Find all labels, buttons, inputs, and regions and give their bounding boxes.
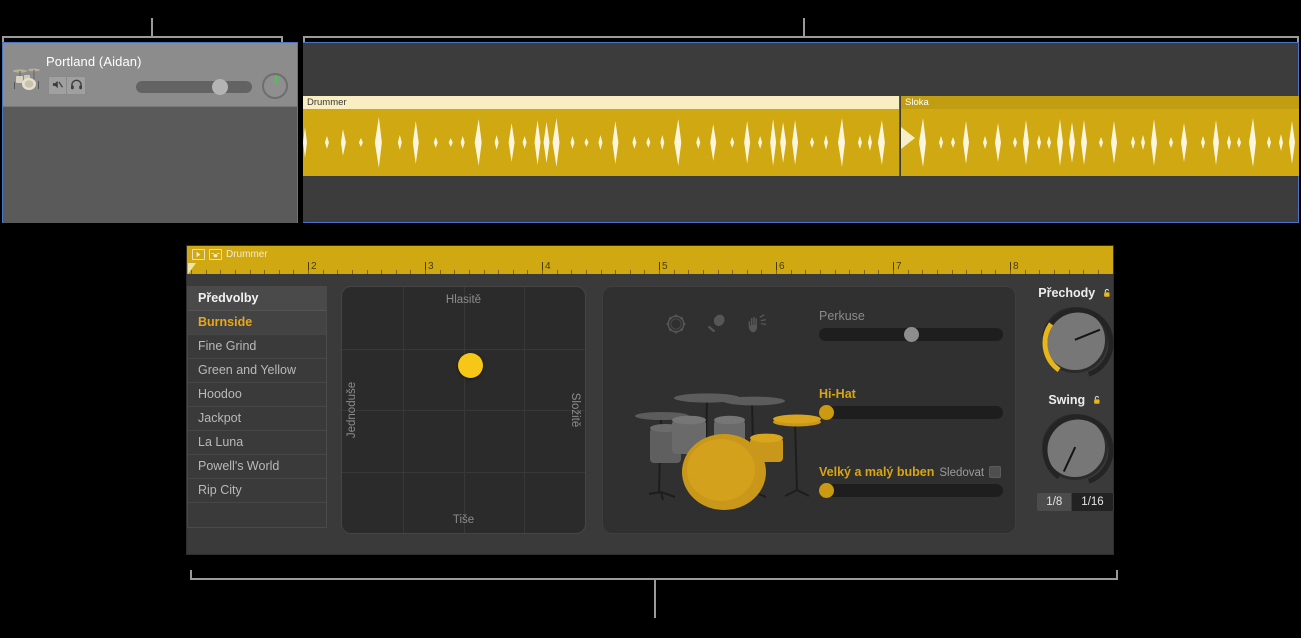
slider-thumb[interactable] [819, 483, 834, 498]
drum-kit-icon [12, 65, 42, 91]
ruler-playhead[interactable] [188, 263, 196, 274]
ruler-title-group: Drummer [192, 249, 268, 260]
slider-percussion: Perkuse [819, 309, 1003, 342]
percussion-icon-group [665, 313, 767, 340]
kick-snare-slider[interactable] [819, 483, 1003, 498]
knob-label-text: Přechody [1038, 286, 1096, 300]
swing-grid-toggle: 1/8 1/16 [1027, 492, 1123, 512]
xy-pad-puck[interactable] [458, 353, 484, 379]
track-name-label: Portland (Aidan) [46, 54, 142, 69]
preset-item-powells-world[interactable]: Powell's World [188, 455, 326, 479]
knob-label-text: Swing [1048, 393, 1086, 407]
preset-list-header: Předvolby [188, 287, 326, 311]
knob-column: Přechody Swing 1/8 1/16 [1027, 286, 1123, 512]
preset-item-rip-city[interactable]: Rip City [188, 479, 326, 503]
track-header-controls: Portland (Aidan) [3, 43, 297, 107]
hihat-slider[interactable] [819, 405, 1003, 420]
region-name-label: Drummer [303, 96, 899, 109]
mute-speaker-icon [51, 77, 64, 95]
slider-hihat: Hi-Hat [819, 387, 1003, 420]
waveform [919, 118, 1295, 167]
xy-label-complex: Složitě [569, 392, 581, 428]
xy-pad[interactable]: Hlasitě Tiše Jednoduše Složitě [341, 286, 586, 534]
ruler-bar-number: 7 [893, 261, 902, 273]
preset-item-fine-grind[interactable]: Fine Grind [188, 335, 326, 359]
drummer-editor: Drummer 2 3 4 5 6 7 8 Předvolby Burnside Fine … [186, 245, 1114, 555]
ruler-bar-number: 4 [542, 261, 551, 273]
preset-item-la-luna[interactable]: La Luna [188, 431, 326, 455]
ruler-bar-number: 6 [776, 261, 785, 273]
headphones-icon [70, 77, 83, 95]
follow-checkbox[interactable] [989, 466, 1002, 478]
swing-option-eighth[interactable]: 1/8 [1036, 492, 1073, 512]
track-area: Portland (Aidan) Drummer Sloka [0, 40, 1301, 225]
region-name-label: Sloka [901, 96, 1299, 109]
editor-body: Předvolby Burnside Fine Grind Green and … [187, 274, 1114, 555]
slider-thumb[interactable] [904, 327, 919, 342]
clap-hand-icon[interactable] [745, 313, 767, 340]
xy-grid-line [342, 471, 585, 473]
drum-kit-illustration[interactable] [621, 342, 841, 522]
unlocked-padlock-icon[interactable] [1092, 394, 1102, 408]
pan-knob-indicator [275, 76, 277, 84]
shaker-icon[interactable] [705, 313, 727, 340]
editor-ruler[interactable]: Drummer 2 3 4 5 6 7 8 [187, 246, 1113, 274]
xy-grid-line [342, 410, 585, 411]
solo-button[interactable] [67, 76, 86, 95]
mute-button[interactable] [48, 76, 67, 95]
ruler-bar-number: 2 [308, 261, 317, 273]
slider-label: Velký a malý buben [819, 465, 935, 479]
region-drummer[interactable]: Drummer [303, 96, 900, 176]
fills-knob[interactable] [1042, 307, 1114, 379]
slider-label-row: Velký a malý buben Sledovat [819, 465, 1003, 479]
preset-list-empty-row [188, 503, 326, 527]
volume-slider[interactable] [136, 79, 252, 95]
preset-item-jackpot[interactable]: Jackpot [188, 407, 326, 431]
callout-leader-drummer-editor [654, 580, 656, 618]
xy-label-simple: Jednoduše [346, 381, 358, 439]
tambourine-icon[interactable] [665, 313, 687, 340]
pan-knob[interactable] [262, 73, 288, 99]
follow-label: Sledovat [939, 467, 985, 479]
swing-option-sixteenth[interactable]: 1/16 [1072, 492, 1114, 512]
track-header-empty-area [3, 107, 297, 223]
preset-item-hoodoo[interactable]: Hoodoo [188, 383, 326, 407]
region-waveform-body [901, 109, 1299, 176]
slider-thumb[interactable] [819, 405, 834, 420]
ruler-title-label: Drummer [226, 249, 268, 260]
swing-knob-label: Swing [1027, 393, 1123, 408]
ruler-bar-number: 3 [425, 261, 434, 273]
preset-item-green-and-yellow[interactable]: Green and Yellow [188, 359, 326, 383]
percussion-slider[interactable] [819, 327, 1003, 342]
play-icon[interactable] [192, 249, 205, 260]
track-button-group [48, 76, 86, 95]
callout-bracket-drummer-editor [190, 570, 1118, 580]
volume-slider-thumb[interactable] [212, 79, 228, 95]
xy-label-loud: Hlasitě [445, 294, 482, 306]
callout-leader-regions [803, 18, 805, 38]
xy-pad-wrapper: Hlasitě Tiše Jednoduše Složitě [341, 286, 586, 534]
xy-grid-line [342, 348, 585, 350]
drummer-icon[interactable] [209, 249, 222, 260]
slider-label: Perkuse [819, 309, 865, 323]
region-lane[interactable]: Drummer Sloka [303, 42, 1299, 223]
region-waveform-body [303, 109, 899, 176]
preset-list[interactable]: Předvolby Burnside Fine Grind Green and … [187, 286, 327, 528]
ruler-bar-number: 5 [659, 261, 668, 273]
preset-item-burnside[interactable]: Burnside [188, 311, 326, 335]
callout-leader-track-header [151, 18, 153, 38]
ruler-bar-number: 8 [1010, 261, 1019, 273]
ruler-ticks: 2 3 4 5 6 7 8 [187, 261, 1113, 274]
screenshot-root: Portland (Aidan) Drummer Sloka Drummer 2… [0, 0, 1301, 638]
waveform [303, 116, 885, 168]
kit-panel: Perkuse Hi-Hat Velký a malý buben Sledova… [602, 286, 1016, 534]
fills-knob-label: Přechody [1027, 286, 1123, 301]
slider-kick-snare: Velký a malý buben Sledovat [819, 465, 1003, 498]
xy-label-quiet: Tiše [452, 514, 475, 526]
swing-knob[interactable] [1042, 414, 1114, 486]
track-header[interactable]: Portland (Aidan) [2, 42, 298, 223]
slider-label: Hi-Hat [819, 387, 856, 401]
region-sloka[interactable]: Sloka [901, 96, 1299, 176]
unlocked-padlock-icon[interactable] [1102, 287, 1112, 301]
